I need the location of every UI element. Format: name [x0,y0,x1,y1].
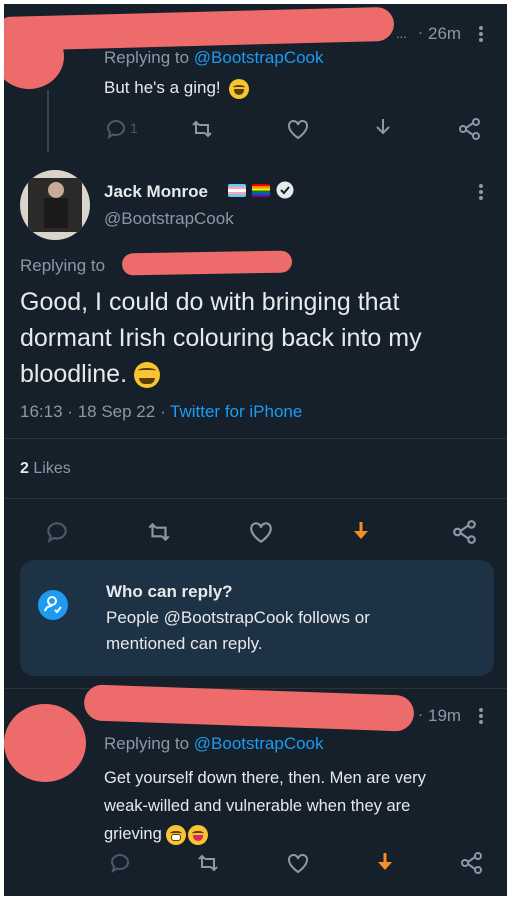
yum-emoji [188,824,209,845]
redaction-bottom-avatar [4,704,86,782]
retweet-icon[interactable] [196,852,220,874]
bottom-ellipsis: ... [398,708,409,723]
share-icon[interactable] [460,852,484,874]
reply-icon[interactable] [104,118,128,140]
bottom-text-line1: Get yourself down there, then. Men are v… [104,769,426,787]
download-arrow-icon[interactable] [372,116,394,140]
share-icon[interactable] [458,118,482,140]
main-tweet-text: Good, I could do with bringing that dorm… [20,284,422,392]
reply-count: 1 [130,120,138,136]
top-replying-prefix: Replying to [104,48,190,67]
bottom-text-line3-row: grieving [104,820,426,848]
likes-label: Likes [33,460,71,477]
flag-icon [252,184,270,197]
main-source[interactable]: Twitter for iPhone [170,402,302,421]
verified-badge-icon [276,181,294,199]
top-replying-line: Replying to @BootstrapCook [104,48,324,68]
download-arrow-icon[interactable] [350,518,372,544]
who-can-reply-line2: mentioned can reply. [106,634,263,653]
redaction-bottom [83,684,415,732]
screenshot-frame: ... · 26m Replying to @BootstrapCook But… [4,4,507,896]
divider-1 [4,438,507,439]
redaction-main-handle [121,250,293,276]
author-name[interactable]: Jack Monroe [104,182,208,202]
flag-icon [228,184,246,197]
reply-icon[interactable] [44,520,70,544]
main-sep2: · [159,402,166,421]
share-icon[interactable] [452,520,478,544]
bottom-text-line3: grieving [104,825,162,843]
divider-3 [4,688,507,689]
bottom-text-line2: weak-willed and vulnerable when they are [104,797,411,815]
top-replying-handle[interactable]: @BootstrapCook [194,48,324,67]
mention-icon [38,590,68,620]
top-reply-text-row: But he's a ging! [104,78,250,99]
more-icon[interactable] [477,24,485,44]
main-sep1: · [67,402,73,421]
more-icon[interactable] [477,182,485,202]
main-text-line3-row: bloodline. [20,356,422,392]
main-text-line3: bloodline. [20,360,128,388]
retweet-icon[interactable] [190,118,214,140]
download-arrow-icon[interactable] [374,850,396,874]
redaction-top [4,6,395,52]
thread-line [47,90,49,152]
grimace-emoji [229,78,250,99]
likes-row[interactable]: 2 Likes [20,460,71,478]
bottom-sep: · [418,706,423,723]
likes-count: 2 [20,460,29,477]
main-text-line2: dormant Irish colouring back into my [20,324,422,352]
bottom-replying-prefix: Replying to [104,734,190,753]
avatar[interactable] [20,170,90,240]
main-time: 16:13 [20,402,63,421]
who-can-reply-line1: People @BootstrapCook follows or [106,608,370,627]
who-can-reply-card: Who can reply? People @BootstrapCook fol… [20,560,494,676]
top-ellipsis: ... [396,26,407,41]
bottom-replying-line: Replying to @BootstrapCook [104,734,324,754]
top-sep: · [418,24,423,41]
retweet-icon[interactable] [146,520,172,544]
main-replying-prefix: Replying to [20,256,106,275]
main-meta-line: 16:13 · 18 Sep 22 · Twitter for iPhone [20,402,302,422]
bottom-timestamp: 19m [428,706,462,725]
like-icon[interactable] [248,520,274,544]
divider-2 [4,498,507,499]
bottom-replying-handle[interactable]: @BootstrapCook [194,734,324,753]
like-icon[interactable] [286,118,310,140]
who-can-reply-title: Who can reply? [106,582,233,601]
like-icon[interactable] [286,852,310,874]
more-icon[interactable] [477,706,485,726]
bottom-reply-text: Get yourself down there, then. Men are v… [104,764,426,848]
top-timestamp: 26m [428,24,462,43]
reply-icon[interactable] [108,852,132,874]
laughing-emoji [133,362,160,389]
main-text-line1: Good, I could do with bringing that [20,288,400,316]
redaction-top-avatar [4,24,64,89]
grimace-emoji [166,824,187,845]
main-date: 18 Sep 22 [77,402,156,421]
author-handle[interactable]: @BootstrapCook [104,209,234,229]
top-reply-text: But he's a ging! [104,78,221,97]
